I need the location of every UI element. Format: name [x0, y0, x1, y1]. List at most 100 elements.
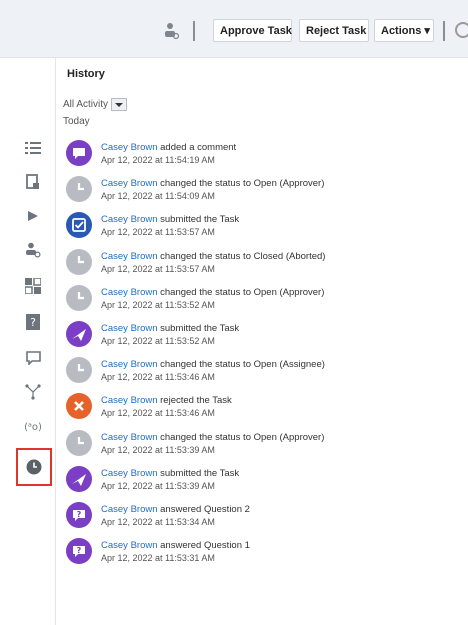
user-link[interactable]: Casey Brown [101, 142, 158, 153]
sidebar-item-help[interactable]: ? [14, 304, 52, 340]
history-entry: Casey Brown changed the status to Open (… [65, 284, 465, 316]
timestamp: Apr 12, 2022 at 11:53:57 AM [101, 227, 215, 238]
reject-icon [66, 393, 92, 420]
clock-icon [26, 459, 42, 475]
sidebar-item-grid[interactable] [14, 268, 52, 304]
history-entry-text: Casey Brown changed the status to Closed… [101, 250, 325, 276]
chevron-down-icon[interactable] [111, 98, 128, 111]
timestamp: Apr 12, 2022 at 11:53:39 AM [101, 480, 215, 491]
history-entry-text: Casey Brown changed the status to Open (… [101, 286, 324, 312]
arrow-icon [28, 211, 38, 221]
document-icon [26, 174, 39, 189]
sidebar-item-arrow[interactable] [14, 198, 52, 234]
timestamp: Apr 12, 2022 at 11:54:09 AM [101, 191, 215, 202]
activity-description: submitted the Task [160, 323, 240, 334]
history-entry: Casey Brown rejected the Task Apr 12, 202… [65, 392, 465, 424]
history-entry-text: Casey Brown submitted the Task Apr 12, 20… [101, 322, 239, 348]
user-link[interactable]: Casey Brown [101, 287, 158, 298]
history-entry: Casey Brown changed the status to Closed… [65, 248, 465, 280]
user-link[interactable]: Casey Brown [101, 468, 158, 479]
svg-text:?: ? [77, 510, 82, 519]
toolbar-separator [193, 21, 195, 41]
activity-description: changed the status to Open (Approver) [160, 286, 325, 298]
timestamp: Apr 12, 2022 at 11:53:52 AM [101, 336, 215, 346]
history-entry-text: Casey Brown added a comment Apr 12, 2022 … [101, 141, 236, 167]
user-link[interactable]: Casey Brown [101, 504, 158, 515]
timestamp: Apr 12, 2022 at 11:53:57 AM [101, 263, 215, 274]
activity-description: added a comment [160, 142, 237, 153]
user-link[interactable]: Casey Brown [101, 432, 158, 443]
sidebar-item-comments[interactable] [14, 340, 52, 376]
activity-description: changed the status to Open (Approver) [160, 178, 325, 190]
question-icon: ? [66, 502, 92, 528]
activity-description: answered Question 2 [160, 504, 250, 515]
sidebar-item-workflow[interactable] [14, 374, 52, 410]
history-entry-text: Casey Brown answered Question 2 Apr 12, 2… [101, 503, 250, 529]
activity-filter[interactable]: All Activity [63, 98, 128, 111]
activity-description: answered Question 1 [160, 540, 250, 552]
comment-icon [66, 140, 92, 166]
clock-icon [66, 176, 92, 203]
clock-icon [66, 357, 92, 384]
timestamp: Apr 12, 2022 at 11:53:31 AM [101, 553, 215, 564]
workflow-icon [25, 384, 41, 400]
user-link[interactable]: Casey Brown [101, 251, 158, 262]
sidebar-item-user-settings[interactable] [14, 232, 52, 268]
grid-icon [25, 278, 41, 294]
list-icon [25, 142, 41, 154]
user-link[interactable]: Casey Brown [101, 395, 158, 406]
reject-task-button[interactable]: Reject Task [299, 19, 369, 42]
history-entry-text: Casey Brown changed the status to Open (… [101, 177, 324, 203]
sidebar-item-list[interactable] [14, 130, 52, 166]
history-entry-text: Casey Brown rejected the Task Apr 12, 202… [101, 394, 232, 420]
user-link[interactable]: Casey Brown [101, 178, 158, 189]
sidebar-item-history[interactable] [16, 448, 52, 486]
activity-description: changed the status to Open (Assignee) [160, 359, 325, 371]
timestamp: Apr 12, 2022 at 11:53:52 AM [101, 299, 215, 310]
history-title: History [67, 68, 105, 80]
send-icon [66, 321, 92, 347]
history-entry: Casey Brown submitted the Task Apr 12, 20… [65, 465, 465, 497]
toolbar: Approve Task Reject Task Actions ▾ [0, 0, 468, 58]
sidebar: ? (ᵃo) [14, 130, 55, 530]
history-entry: Casey Brown submitted the Task Apr 12, 20… [65, 320, 465, 352]
user-link[interactable]: Casey Brown [101, 359, 158, 370]
activity-description: submitted the Task [160, 214, 240, 226]
history-entry: Casey Brown changed the status to Open (… [65, 175, 465, 207]
history-entry: ? Casey Brown answered Question 2 Apr 12, … [65, 501, 465, 533]
history-entry: Casey Brown submitted the Task Apr 12, 20… [65, 211, 465, 243]
activity-description: changed the status to Closed (Aborted) [160, 250, 326, 262]
question-icon: ? [66, 538, 92, 565]
user-link[interactable]: Casey Brown [101, 323, 158, 334]
user-settings-icon [26, 242, 41, 258]
clock-icon [66, 284, 92, 311]
svg-text:?: ? [30, 316, 36, 329]
approve-task-button[interactable]: Approve Task [213, 19, 292, 42]
actions-menu-button[interactable]: Actions ▾ [374, 19, 434, 42]
timestamp: Apr 12, 2022 at 11:53:34 AM [101, 517, 215, 527]
history-entry: Casey Brown added a comment Apr 12, 2022 … [65, 139, 465, 171]
activity-filter-label: All Activity [63, 99, 109, 110]
activity-description: changed the status to Open (Approver) [160, 431, 325, 443]
svg-text:?: ? [77, 546, 82, 555]
user-link[interactable]: Casey Brown [101, 214, 158, 225]
timestamp: Apr 12, 2022 at 11:53:46 AM [101, 408, 215, 419]
user-settings-icon[interactable] [163, 22, 179, 40]
sidebar-item-document[interactable] [14, 164, 52, 200]
history-entry: ? Casey Brown answered Question 1 Apr 12, … [65, 537, 465, 569]
user-link[interactable]: Casey Brown [101, 540, 158, 551]
activity-description: submitted the Task [160, 467, 240, 479]
history-entry: Casey Brown changed the status to Open (… [65, 356, 465, 388]
svg-text:(ᵃo): (ᵃo) [24, 422, 42, 433]
history-entry-text: Casey Brown changed the status to Open (… [101, 358, 325, 384]
sidebar-item-variables[interactable]: (ᵃo) [14, 408, 52, 444]
timestamp: Apr 12, 2022 at 11:53:46 AM [101, 372, 215, 383]
more-icon[interactable] [455, 22, 468, 38]
help-icon: ? [26, 314, 40, 330]
variables-icon: (ᵃo) [24, 422, 42, 433]
clock-icon [66, 248, 92, 275]
history-entry-text: Casey Brown changed the status to Open (… [101, 431, 324, 457]
toolbar-separator [443, 21, 445, 41]
sidebar-divider [55, 58, 56, 625]
activity-description: rejected the Task [160, 395, 232, 407]
